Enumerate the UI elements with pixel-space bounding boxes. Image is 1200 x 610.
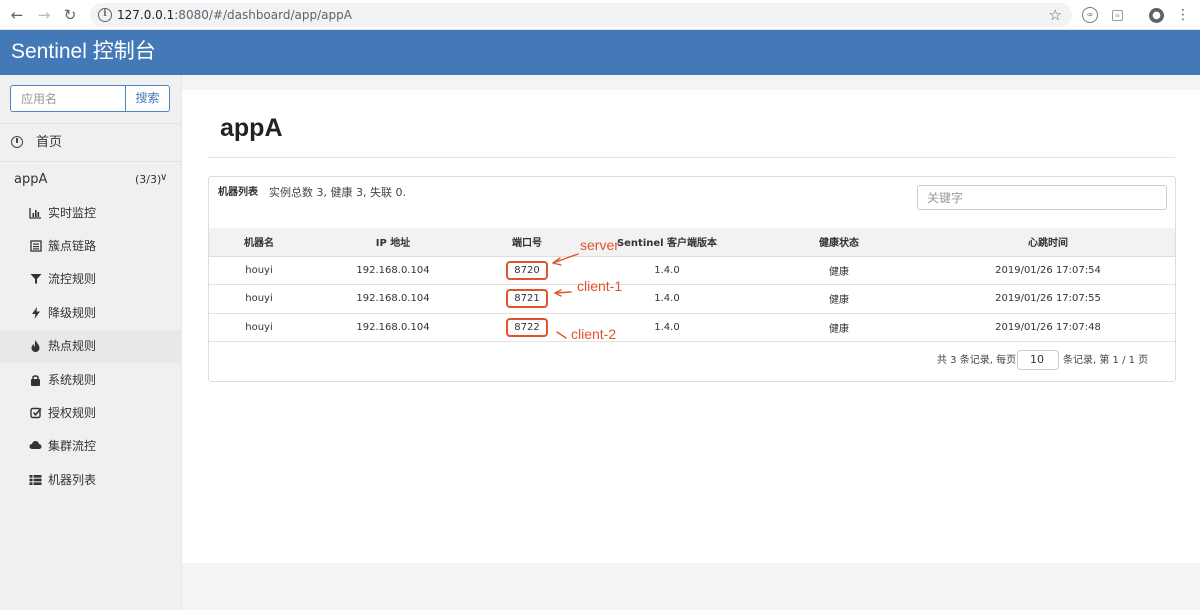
extension-icon[interactable]: ∞	[1082, 7, 1098, 23]
cell-port: 8721	[477, 284, 577, 314]
sidebar-app-appA[interactable]: appA (3/3) ∨	[0, 167, 182, 195]
column-header-health: 健康状态	[757, 228, 921, 257]
app-name: appA	[14, 172, 48, 187]
app-count: (3/3)	[135, 173, 162, 186]
panel-title: 机器列表	[218, 187, 258, 198]
cell-port: 8720	[477, 256, 577, 285]
sidebar-item-system-rules[interactable]: 系统规则	[0, 364, 182, 397]
cloud-icon	[29, 440, 42, 453]
table-header-row: 机器名 IP 地址 端口号 Sentinel 客户端版本 健康状态 心跳时间	[209, 228, 1175, 257]
main-content: appA 机器列表 实例总数 3, 健康 3, 失联 0. 机器名 IP 地址 …	[182, 90, 1200, 563]
annotation-client-2: client-2	[571, 326, 617, 342]
profile-icon[interactable]: ●	[1149, 8, 1164, 23]
sidebar: 搜索 首页 appA (3/3) ∨ 实时监控 簇点链路 流控规则 降级规则	[0, 75, 182, 610]
sidebar-item-machines[interactable]: 机器列表	[0, 464, 182, 497]
flash-icon	[29, 307, 42, 320]
forward-arrow-icon[interactable]: →	[35, 6, 53, 24]
extension-icon[interactable]: ≡	[1112, 10, 1123, 21]
bar-chart-icon	[29, 207, 42, 220]
chevron-down-icon: ∨	[160, 172, 168, 183]
cell-heartbeat: 2019/01/26 17:07:55	[921, 284, 1175, 314]
instance-summary: 实例总数 3, 健康 3, 失联 0.	[269, 186, 406, 199]
cell-heartbeat: 2019/01/26 17:07:48	[921, 313, 1175, 342]
table-row: houyi 192.168.0.104 8720 1.4.0 健康 2019/0…	[209, 256, 1175, 285]
port-value: 8721	[506, 289, 548, 309]
sidebar-item-label: 簇点链路	[48, 239, 97, 253]
sidebar-item-authority-rules[interactable]: 授权规则	[0, 397, 182, 430]
cell-ip: 192.168.0.104	[309, 313, 477, 342]
port-value: 8720	[506, 260, 548, 280]
pagination-suffix: 条记录, 第 1 / 1 页	[1063, 355, 1149, 366]
sidebar-item-cluster-flow[interactable]: 集群流控	[0, 430, 182, 463]
search-button[interactable]: 搜索	[125, 85, 170, 112]
sidebar-item-hotspot-rules[interactable]: 热点规则	[0, 330, 182, 363]
column-header-ip: IP 地址	[309, 228, 477, 257]
sidebar-item-monitor[interactable]: 实时监控	[0, 197, 182, 230]
keyword-search-input[interactable]	[917, 185, 1167, 210]
browser-toolbar: ← → ↻ i 127.0.0.1:8080/#/dashboard/app/a…	[0, 0, 1200, 30]
lock-icon	[29, 374, 42, 387]
machine-list-panel: 机器列表 实例总数 3, 健康 3, 失联 0. 机器名 IP 地址 端口号 S…	[208, 176, 1176, 382]
column-header-host: 机器名	[209, 228, 309, 257]
port-value: 8722	[506, 317, 548, 337]
reload-icon[interactable]: ↻	[61, 6, 79, 24]
column-header-heartbeat: 心跳时间	[921, 228, 1175, 257]
filter-icon	[29, 273, 42, 286]
sidebar-item-label: 系统规则	[48, 373, 97, 387]
app-search: 搜索	[10, 85, 170, 112]
pagination-prefix: 共 3 条记录, 每页	[937, 355, 1017, 366]
sidebar-item-label: 授权规则	[48, 406, 97, 420]
app-search-input[interactable]	[10, 85, 126, 112]
sidebar-item-label: 降级规则	[48, 306, 97, 320]
column-header-port: 端口号	[477, 228, 577, 257]
machine-table: 机器名 IP 地址 端口号 Sentinel 客户端版本 健康状态 心跳时间 h…	[209, 228, 1175, 342]
divider	[208, 157, 1175, 158]
sidebar-item-degrade-rules[interactable]: 降级规则	[0, 297, 182, 330]
cell-host: houyi	[209, 313, 309, 342]
annotation-server: server	[580, 237, 619, 253]
page-title: appA	[220, 114, 283, 142]
pagination: 共 3 条记录, 每页 10 条记录, 第 1 / 1 页	[937, 350, 1149, 372]
cell-health: 健康	[757, 313, 921, 342]
app-title[interactable]: Sentinel 控制台	[11, 38, 156, 66]
url-host: 127.0.0.1	[117, 8, 175, 22]
back-arrow-icon[interactable]: ←	[8, 6, 26, 24]
cell-health: 健康	[757, 256, 921, 285]
star-icon[interactable]: ☆	[1049, 5, 1062, 25]
fire-icon	[29, 340, 42, 353]
dashboard-icon	[11, 136, 23, 148]
sidebar-item-flow-rules[interactable]: 流控规则	[0, 263, 182, 296]
page-size-input[interactable]: 10	[1017, 350, 1059, 370]
info-icon[interactable]: i	[98, 8, 112, 22]
sidebar-item-home[interactable]: 首页	[0, 125, 182, 161]
cell-ip: 192.168.0.104	[309, 284, 477, 314]
sidebar-item-label: 集群流控	[48, 439, 97, 453]
table-row: houyi 192.168.0.104 8722 1.4.0 健康 2019/0…	[209, 313, 1175, 342]
table-row: houyi 192.168.0.104 8721 1.4.0 健康 2019/0…	[209, 284, 1175, 314]
cell-host: houyi	[209, 284, 309, 314]
check-square-icon	[29, 407, 42, 420]
sidebar-item-label: 流控规则	[48, 272, 97, 286]
url-text: 127.0.0.1:8080/#/dashboard/app/appA	[117, 7, 352, 23]
sidebar-item-label: 热点规则	[48, 339, 97, 353]
cell-health: 健康	[757, 284, 921, 314]
menu-icon[interactable]: ⋮	[1174, 6, 1192, 24]
divider	[0, 123, 182, 124]
cell-ip: 192.168.0.104	[309, 256, 477, 285]
cell-host: houyi	[209, 256, 309, 285]
list-icon	[29, 240, 42, 253]
address-bar[interactable]: i 127.0.0.1:8080/#/dashboard/app/appA ☆	[90, 3, 1072, 27]
th-list-icon	[29, 474, 42, 487]
url-path: :8080/#/dashboard/app/appA	[174, 8, 352, 22]
divider	[0, 161, 182, 162]
cell-heartbeat: 2019/01/26 17:07:54	[921, 256, 1175, 285]
cell-port: 8722	[477, 313, 577, 342]
sidebar-item-label: 实时监控	[48, 206, 97, 220]
sidebar-item-label: 首页	[36, 135, 63, 150]
sidebar-item-resources[interactable]: 簇点链路	[0, 230, 182, 263]
annotation-client-1: client-1	[577, 278, 623, 294]
sidebar-item-label: 机器列表	[48, 473, 97, 487]
app-header: Sentinel 控制台	[0, 30, 1200, 75]
